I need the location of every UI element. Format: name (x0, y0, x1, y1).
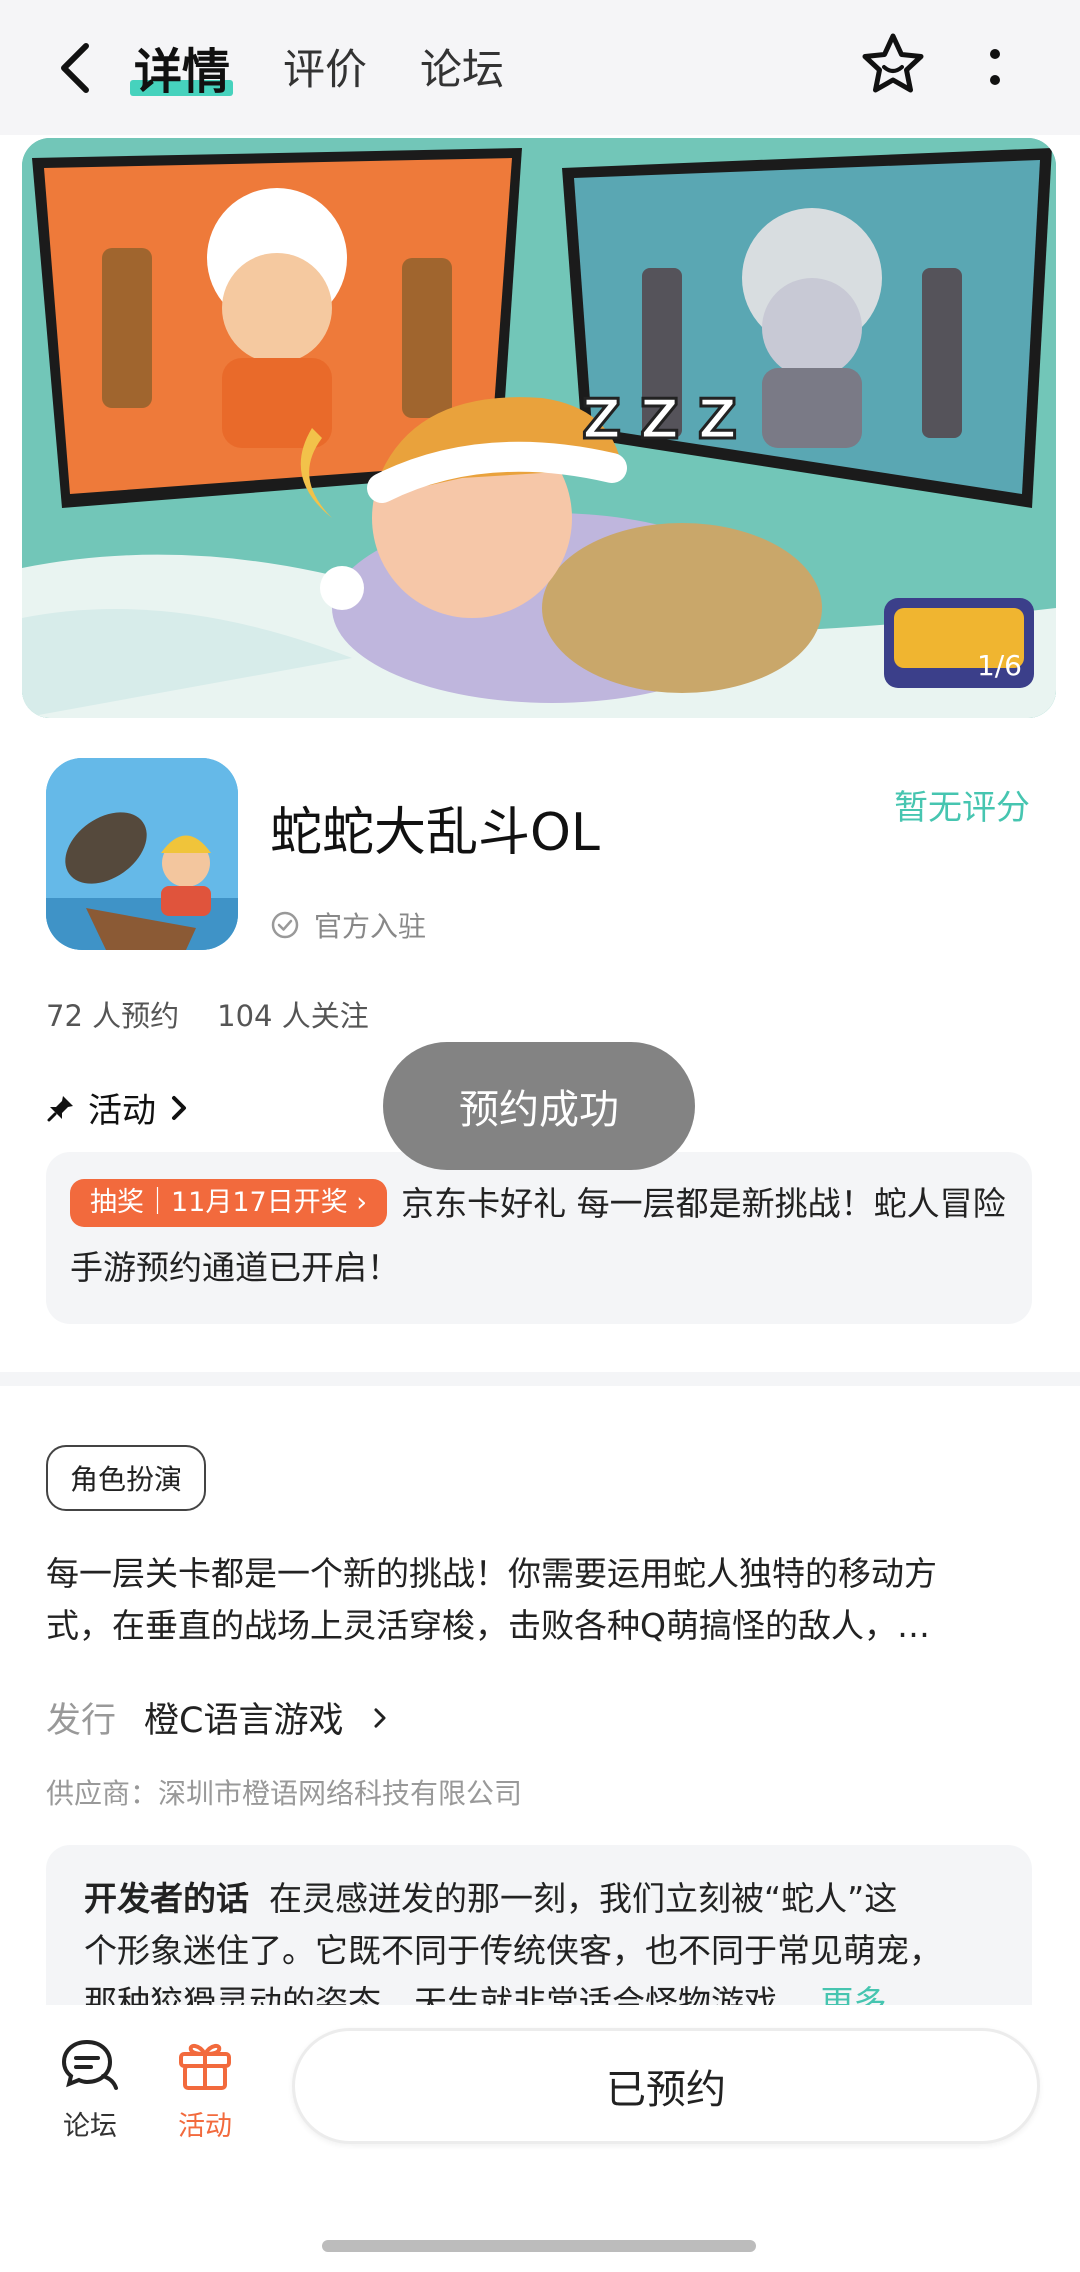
bottom-forum-button[interactable]: 论坛 (40, 2036, 140, 2143)
chevron-right-icon (374, 1707, 386, 1728)
publisher-row[interactable]: 发行 橙C语言游戏 (46, 1692, 389, 1743)
game-banner-carousel[interactable]: Z Z Z 1/6 (22, 138, 1056, 718)
tab-reviews[interactable]: 评价 (283, 36, 367, 97)
app-icon (46, 758, 238, 950)
gift-icon (179, 2043, 231, 2090)
favorite-star-icon[interactable] (858, 30, 928, 100)
genre-tag[interactable]: 角色扮演 (46, 1445, 207, 1511)
reservation-count: 72 人预约 (46, 999, 180, 1033)
toast-message: 预约成功 (383, 1042, 695, 1170)
bottom-activity-button[interactable]: 活动 (155, 2036, 255, 2143)
tab-details[interactable]: 详情 (134, 32, 230, 102)
developer-notes-title: 开发者的话 (84, 1879, 249, 1918)
lottery-badge[interactable]: 抽奖｜11月17日开奖 › (70, 1179, 388, 1227)
activity-card[interactable]: 抽奖｜11月17日开奖 › 京东卡好礼 每一层都是新挑战！蛇人冒险手游预约通道已开… (46, 1152, 1032, 1324)
chevron-right-icon (172, 1095, 186, 1120)
banner-page-indicator: 1/6 (976, 649, 1022, 682)
activity-header[interactable]: 活动 (46, 1083, 190, 1132)
publisher-label: 发行 (46, 1701, 117, 1741)
more-options-icon[interactable] (975, 40, 1015, 96)
home-indicator[interactable] (322, 2240, 756, 2252)
tab-forum[interactable]: 论坛 (420, 36, 504, 97)
official-badge: 官方入驻 (270, 905, 426, 945)
rating-status: 暂无评分 (894, 788, 1030, 828)
pin-icon (47, 1095, 73, 1121)
more-link[interactable]: 更多 (821, 1983, 887, 2005)
top-bar: 详情 评价 论坛 (0, 0, 1080, 135)
svg-text:Z Z Z: Z Z Z (582, 388, 737, 451)
official-label: 官方入驻 (314, 910, 427, 943)
app-stats: 72 人预约 104 人关注 (46, 993, 369, 1035)
developer-notes-card[interactable]: 开发者的话 在灵感迸发的那一刻，我们立刻被“蛇人”这 个形象迷住了。它既不同于传统… (46, 1845, 1032, 2005)
app-name: 蛇蛇大乱斗OL (270, 803, 600, 863)
publisher-name: 橙C语言游戏 (144, 1701, 344, 1741)
reserved-button[interactable]: 已预约 (292, 2028, 1040, 2144)
activity-label: 活动 (88, 1091, 156, 1131)
follower-count: 104 人关注 (217, 999, 369, 1033)
banner-artwork: Z Z Z (22, 138, 1056, 718)
forum-label: 论坛 (63, 2111, 117, 2142)
forum-chat-icon (61, 2039, 118, 2090)
back-arrow-icon[interactable] (52, 38, 102, 98)
activity-tab-label: 活动 (178, 2111, 232, 2142)
check-circle-icon (271, 911, 299, 939)
section-divider (0, 1372, 1080, 1386)
supplier-info: 供应商：深圳市橙语网络科技有限公司 (46, 1777, 523, 1810)
game-description[interactable]: 每一层关卡都是一个新的挑战！你需要运用蛇人独特的移动方 式，在垂直的战场上灵活穿… (46, 1548, 1036, 1652)
